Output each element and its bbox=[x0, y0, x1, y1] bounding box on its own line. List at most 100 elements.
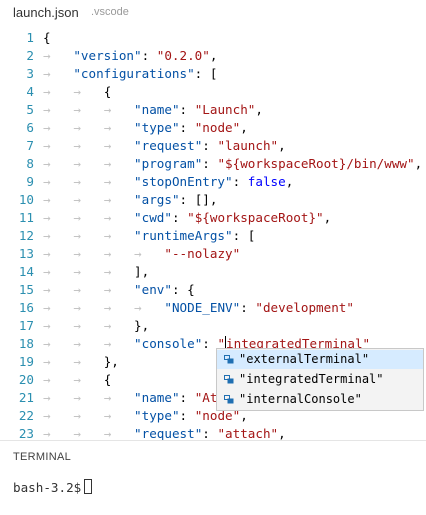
indent-arrow: → bbox=[43, 48, 51, 63]
code-text: → → { bbox=[43, 83, 111, 101]
terminal-output[interactable]: bash-3.2$ bbox=[13, 479, 93, 495]
line-number: 18 bbox=[18, 336, 34, 351]
indent-arrow: → bbox=[43, 138, 51, 153]
code-token: : bbox=[179, 120, 195, 135]
code-line[interactable]: 17 → → → }, bbox=[0, 317, 426, 335]
code-line[interactable]: 13 → → → → "--nolazy" bbox=[0, 245, 426, 263]
indent-arrow: → bbox=[43, 156, 51, 171]
code-line[interactable]: 6 → → → "type": "node", bbox=[0, 119, 426, 137]
code-token: "runtimeArgs" bbox=[134, 228, 233, 243]
code-line[interactable]: 16 → → → → "NODE_ENV": "development" bbox=[0, 299, 426, 317]
code-token: , bbox=[285, 174, 294, 189]
line-number: 9 bbox=[26, 174, 34, 189]
code-token: : [ bbox=[232, 228, 256, 243]
indent-arrow: → bbox=[134, 300, 142, 315]
enum-value-icon bbox=[224, 395, 234, 404]
indent-arrow: → bbox=[103, 156, 112, 171]
code-text: → "configurations": [ bbox=[43, 65, 217, 83]
code-text: → → → → "--nolazy" bbox=[43, 245, 240, 263]
indent-arrow: → bbox=[73, 426, 81, 440]
autocomplete-popup: "externalTerminal" "integratedTerminal" "i… bbox=[216, 348, 424, 411]
code-line[interactable]: 12 → → → "runtimeArgs": [ bbox=[0, 227, 426, 245]
enum-value-icon bbox=[224, 355, 234, 364]
suggestion-item[interactable]: "externalTerminal" bbox=[217, 350, 423, 369]
code-line[interactable]: 1{ bbox=[0, 29, 426, 47]
indent-arrow: → bbox=[103, 120, 112, 135]
code-token: : bbox=[240, 300, 256, 315]
code-line[interactable]: 7 → → → "request": "launch", bbox=[0, 137, 426, 155]
code-token: , bbox=[255, 102, 263, 117]
code-token: : bbox=[202, 138, 218, 153]
indent-arrow: → bbox=[103, 228, 112, 243]
indent-arrow: → bbox=[73, 156, 81, 171]
code-token: { bbox=[43, 30, 51, 45]
line-number: 1 bbox=[26, 30, 34, 45]
code-token: }, bbox=[103, 354, 119, 369]
code-line[interactable]: 11 → → → "cwd": "${workspaceRoot}", bbox=[0, 209, 426, 227]
indent-arrow: → bbox=[103, 102, 112, 117]
code-token: "args" bbox=[134, 192, 180, 207]
indent-arrow: → bbox=[43, 318, 51, 333]
code-line[interactable]: 4 → → { bbox=[0, 83, 426, 101]
indent-arrow: → bbox=[73, 120, 81, 135]
code-token: "--nolazy" bbox=[164, 246, 241, 261]
code-token: : bbox=[179, 390, 195, 405]
code-line[interactable]: 15 → → → "env": { bbox=[0, 281, 426, 299]
indent-arrow: → bbox=[73, 138, 81, 153]
code-text: → → → "program": "${workspaceRoot}/bin/w… bbox=[43, 155, 422, 173]
code-line[interactable]: 8 → → → "program": "${workspaceRoot}/bin/… bbox=[0, 155, 426, 173]
code-text: → → → ], bbox=[43, 263, 149, 281]
line-number: 4 bbox=[26, 84, 34, 99]
suggestion-item[interactable]: "integratedTerminal" bbox=[217, 370, 423, 389]
code-line[interactable]: 10 → → → "args": [], bbox=[0, 191, 426, 209]
indent-arrow: → bbox=[43, 102, 51, 117]
code-token: , bbox=[414, 156, 423, 171]
code-token: "0.2.0" bbox=[156, 48, 210, 63]
code-text: → → → → "NODE_ENV": "development" bbox=[43, 299, 354, 317]
code-line[interactable]: 2 → "version": "0.2.0", bbox=[0, 47, 426, 65]
indent-arrow: → bbox=[43, 84, 51, 99]
code-line[interactable]: 14 → → → ], bbox=[0, 263, 426, 281]
code-text: → → → "name": "Launch", bbox=[43, 101, 263, 119]
code-text: → → → "name": "Att bbox=[43, 389, 225, 407]
code-text: → → → "request": "attach", bbox=[43, 425, 286, 440]
code-line[interactable]: 5 → → → "name": "Launch", bbox=[0, 101, 426, 119]
code-token: , bbox=[278, 138, 286, 153]
indent-arrow: → bbox=[73, 102, 81, 117]
code-token: "node" bbox=[194, 120, 241, 135]
file-name[interactable]: launch.json bbox=[13, 5, 79, 20]
code-token: "program" bbox=[134, 156, 203, 171]
code-token: : bbox=[202, 426, 218, 440]
indent-arrow: → bbox=[43, 120, 51, 135]
code-line[interactable]: 23 → → → "request": "attach", bbox=[0, 425, 426, 440]
indent-arrow: → bbox=[73, 390, 81, 405]
indent-arrow: → bbox=[103, 174, 112, 189]
code-token: "env" bbox=[134, 282, 172, 297]
suggestion-label: "integratedTerminal" bbox=[239, 372, 384, 386]
indent-arrow: → bbox=[103, 138, 112, 153]
terminal-cursor bbox=[84, 479, 93, 494]
line-number: 16 bbox=[18, 300, 34, 315]
indent-arrow: → bbox=[43, 192, 51, 207]
code-text: → → → "cwd": "${workspaceRoot}", bbox=[43, 209, 331, 227]
indent-arrow: → bbox=[43, 282, 51, 297]
indent-arrow: → bbox=[73, 246, 81, 261]
indent-arrow: → bbox=[73, 282, 81, 297]
indent-arrow: → bbox=[43, 264, 51, 279]
code-token: : bbox=[232, 174, 248, 189]
indent-arrow: → bbox=[103, 282, 112, 297]
editor-tab-header: launch.json .vscode bbox=[0, 0, 426, 28]
indent-arrow: → bbox=[43, 300, 51, 315]
indent-arrow: → bbox=[103, 246, 112, 261]
line-number: 15 bbox=[18, 282, 34, 297]
code-token: : [ bbox=[194, 66, 218, 81]
code-line[interactable]: 3 → "configurations": [ bbox=[0, 65, 426, 83]
suggestion-item[interactable]: "internalConsole" bbox=[217, 390, 423, 409]
line-number: 11 bbox=[18, 210, 34, 225]
terminal-panel-title[interactable]: TERMINAL bbox=[13, 451, 71, 463]
code-token: : [], bbox=[179, 192, 218, 207]
indent-arrow: → bbox=[73, 192, 81, 207]
code-text: → → → }, bbox=[43, 317, 149, 335]
indent-arrow: → bbox=[103, 318, 112, 333]
code-line[interactable]: 9 → → → "stopOnEntry": false, bbox=[0, 173, 426, 191]
